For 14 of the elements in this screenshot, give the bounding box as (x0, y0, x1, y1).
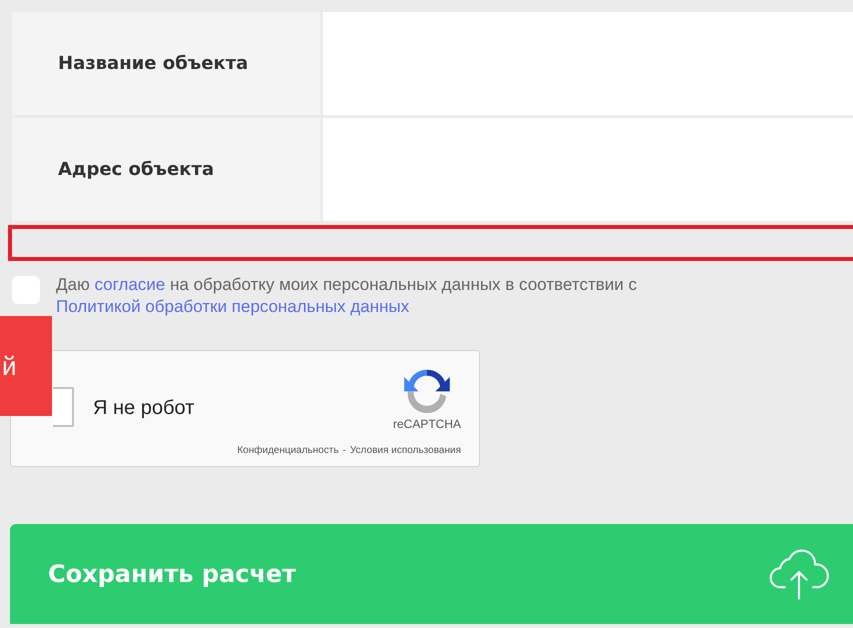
field-label: Название объекта (12, 12, 320, 115)
consent-link[interactable]: согласие (94, 275, 166, 294)
link-separator: - (342, 445, 346, 456)
field-label: Адрес объекта (12, 118, 320, 221)
side-tab[interactable]: й (0, 316, 52, 416)
captcha-checkbox[interactable] (53, 387, 74, 427)
consent-text: Даю согласие на обработку моих персональных данных в соответствии с Политикой обработки персональных данных (56, 274, 638, 318)
consent-link[interactable]: Политикой обработки персональных данных (56, 297, 410, 316)
captcha-brand: reCAPTCHA (392, 417, 461, 431)
terms-link[interactable]: Условия использования (350, 445, 461, 456)
privacy-link[interactable]: Конфиденциальность (237, 445, 339, 456)
input-field[interactable] (8, 225, 853, 261)
save-button[interactable]: Сохранить расчет (10, 524, 853, 624)
captcha-label: Я не робот (93, 397, 194, 420)
